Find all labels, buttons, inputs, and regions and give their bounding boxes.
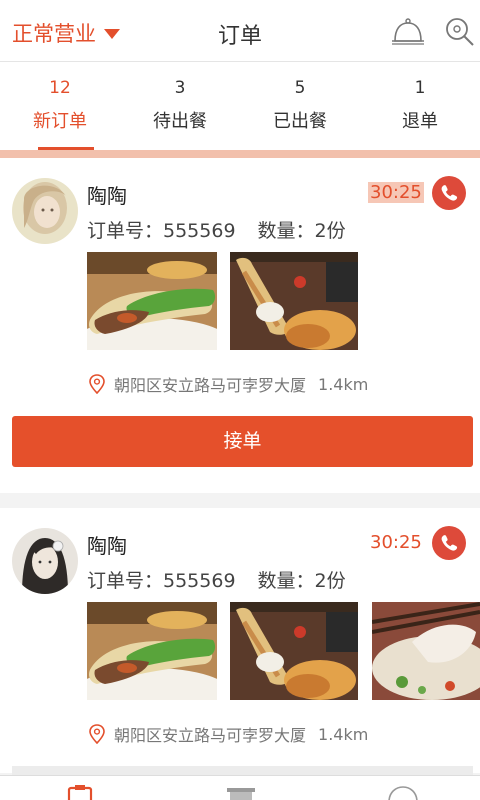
location-pin-icon bbox=[89, 724, 105, 744]
search-icon[interactable] bbox=[444, 16, 476, 48]
phone-icon bbox=[441, 185, 458, 201]
order-timer: 30:25 bbox=[370, 532, 422, 553]
call-button[interactable] bbox=[432, 176, 466, 210]
tab-label: 待出餐 bbox=[153, 111, 207, 132]
tab-refunds[interactable]: 1 退单 bbox=[360, 62, 480, 150]
food-photo[interactable] bbox=[87, 252, 217, 350]
food-photo[interactable] bbox=[87, 602, 217, 700]
distance-text: 1.4km bbox=[318, 724, 369, 744]
tab-label: 新订单 bbox=[33, 111, 87, 132]
tab-count: 12 bbox=[49, 78, 71, 98]
location-pin-icon bbox=[89, 374, 105, 394]
avatar bbox=[12, 528, 78, 594]
triangle-down-icon bbox=[104, 29, 120, 39]
tab-count: 3 bbox=[174, 78, 186, 98]
order-info: 订单号：555569 数量：2份 bbox=[87, 216, 346, 243]
tab-count: 5 bbox=[294, 78, 306, 98]
order-quantity: 数量：2份 bbox=[257, 570, 346, 592]
address-text: 朝阳区安立路马可孛罗大厦 bbox=[114, 376, 307, 395]
bell-icon[interactable] bbox=[390, 16, 426, 48]
food-photo[interactable] bbox=[230, 252, 358, 350]
order-timer: 30:25 bbox=[368, 182, 424, 203]
avatar bbox=[12, 178, 78, 244]
business-status-label: 正常营业 bbox=[12, 22, 96, 46]
order-card: 陶陶 30:25 订单号：555569 数量：2份 朝阳区安立路马可孛罗大厦 1… bbox=[0, 158, 480, 493]
food-photo[interactable] bbox=[230, 602, 358, 700]
order-number: 订单号：555569 bbox=[87, 220, 236, 242]
orders-nav-icon[interactable] bbox=[66, 784, 96, 800]
order-quantity: 数量：2份 bbox=[257, 220, 346, 242]
dish-nav-icon[interactable] bbox=[226, 784, 256, 800]
order-card: 陶陶 30:25 订单号：555569 数量：2份 朝阳区安立路马可孛罗大厦 1… bbox=[0, 508, 480, 776]
customer-name: 陶陶 bbox=[87, 184, 127, 208]
order-info: 订单号：555569 数量：2份 bbox=[87, 566, 346, 593]
top-bar: 正常营业 订单 bbox=[0, 0, 480, 62]
order-number: 订单号：555569 bbox=[87, 570, 236, 592]
delivery-address: 朝阳区安立路马可孛罗大厦 1.4km bbox=[88, 722, 368, 746]
tab-meals-out[interactable]: 5 已出餐 bbox=[240, 62, 360, 150]
bottom-nav bbox=[0, 775, 480, 800]
order-tabs: 12 新订单 3 待出餐 5 已出餐 1 退单 bbox=[0, 62, 480, 150]
business-status-dropdown[interactable]: 正常营业 bbox=[12, 18, 120, 48]
food-photo[interactable] bbox=[372, 602, 480, 700]
call-button[interactable] bbox=[432, 526, 466, 560]
delivery-address: 朝阳区安立路马可孛罗大厦 1.4km bbox=[88, 372, 368, 396]
tab-new-orders[interactable]: 12 新订单 bbox=[0, 62, 120, 150]
tab-label: 已出餐 bbox=[273, 111, 327, 132]
customer-name: 陶陶 bbox=[87, 534, 127, 558]
tab-label: 退单 bbox=[402, 111, 438, 132]
distance-text: 1.4km bbox=[318, 374, 369, 394]
tabs-divider bbox=[0, 150, 480, 158]
tab-count: 1 bbox=[414, 78, 426, 98]
phone-icon bbox=[441, 535, 458, 551]
message-nav-icon[interactable] bbox=[386, 784, 420, 800]
address-text: 朝阳区安立路马可孛罗大厦 bbox=[114, 726, 307, 745]
tab-pending-meals[interactable]: 3 待出餐 bbox=[120, 62, 240, 150]
accept-order-button[interactable]: 接单 bbox=[12, 416, 473, 467]
